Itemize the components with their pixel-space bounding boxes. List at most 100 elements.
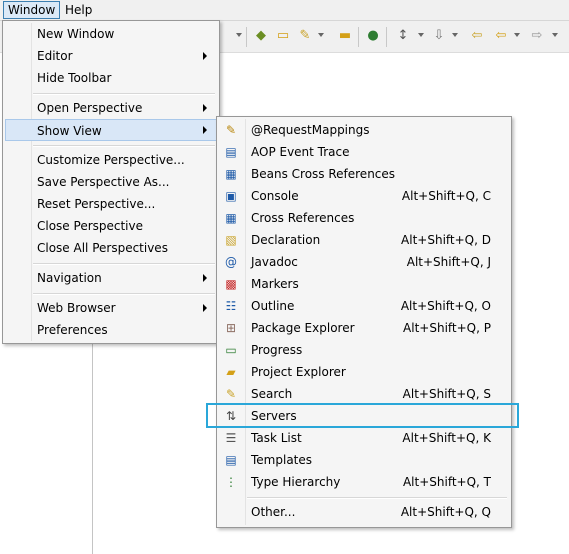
- menu-item-web-browser[interactable]: Web Browser: [5, 297, 217, 319]
- templates-icon: ▤: [225, 453, 237, 467]
- menu-item-label: Editor: [37, 49, 73, 63]
- menu-item-label: Cross References: [251, 211, 355, 225]
- menu-item-javadoc[interactable]: @ Javadoc Alt+Shift+Q, J: [219, 251, 509, 273]
- menu-item-label: Package Explorer: [251, 321, 355, 335]
- menu-item-new-window[interactable]: New Window: [5, 23, 217, 45]
- menu-item-label: Hide Toolbar: [37, 71, 112, 85]
- menu-item-beans-cross-references[interactable]: ▦ Beans Cross References: [219, 163, 509, 185]
- chevron-down-icon[interactable]: [318, 33, 324, 37]
- menu-item-label: Other...: [251, 505, 296, 519]
- window-menu: New Window Editor Hide Toolbar Open Pers…: [2, 20, 220, 344]
- new-project-icon[interactable]: ◆: [254, 29, 268, 43]
- project-explorer-icon: ▰: [226, 365, 236, 379]
- menu-item-open-perspective[interactable]: Open Perspective: [5, 97, 217, 119]
- toolbar-separator: [386, 27, 387, 47]
- menu-item-label: Open Perspective: [37, 101, 143, 115]
- chevron-down-icon[interactable]: [236, 33, 242, 37]
- search-icon: ✎: [225, 387, 237, 401]
- menu-item-aop-event-trace[interactable]: ▤ AOP Event Trace: [219, 141, 509, 163]
- menu-item-label: Javadoc: [251, 255, 298, 269]
- menu-item-other[interactable]: Other... Alt+Shift+Q, Q: [219, 501, 509, 523]
- shortcut-label: Alt+Shift+Q, D: [401, 233, 491, 247]
- menu-item-search[interactable]: ✎ Search Alt+Shift+Q, S: [219, 383, 509, 405]
- console-icon: ▣: [225, 189, 237, 203]
- chevron-down-icon[interactable]: [418, 33, 424, 37]
- menu-item-console[interactable]: ▣ Console Alt+Shift+Q, C: [219, 185, 509, 207]
- menu-window[interactable]: Window: [3, 1, 61, 19]
- back-icon[interactable]: ⇦: [494, 29, 508, 43]
- servers-highlight-callout: [206, 403, 519, 428]
- menu-item-task-list[interactable]: ☰ Task List Alt+Shift+Q, K: [219, 427, 509, 449]
- menu-item-declaration[interactable]: ▧ Declaration Alt+Shift+Q, D: [219, 229, 509, 251]
- menu-separator: [33, 93, 215, 95]
- markers-icon: ▩: [225, 277, 237, 291]
- forward-icon[interactable]: ⇨: [530, 29, 544, 43]
- menu-item-label: Search: [251, 387, 293, 401]
- toolbar-separator: [246, 27, 247, 47]
- menu-item-label: Templates: [251, 453, 313, 467]
- menu-item-markers[interactable]: ▩ Markers: [219, 273, 509, 295]
- menu-item-type-hierarchy[interactable]: ⋮ Type Hierarchy Alt+Shift+Q, T: [219, 471, 509, 493]
- menu-item-cross-references[interactable]: ▦ Cross References: [219, 207, 509, 229]
- shortcut-label: Alt+Shift+Q, P: [403, 321, 491, 335]
- menu-item-label: Customize Perspective...: [37, 153, 185, 167]
- menu-item-customize-perspective[interactable]: Customize Perspective...: [5, 149, 217, 171]
- next-annotation-icon[interactable]: ⇩: [432, 29, 446, 43]
- menu-item-close-all-perspectives[interactable]: Close All Perspectives: [5, 237, 217, 259]
- annotation-icon[interactable]: ↕: [396, 29, 410, 43]
- chevron-down-icon[interactable]: [452, 33, 458, 37]
- menu-item-request-mappings[interactable]: ✎ @RequestMappings: [219, 119, 509, 141]
- chevron-down-icon[interactable]: [552, 33, 558, 37]
- submenu-arrow-icon: [203, 52, 207, 60]
- menu-separator: [33, 145, 215, 147]
- menu-item-package-explorer[interactable]: ⊞ Package Explorer Alt+Shift+Q, P: [219, 317, 509, 339]
- menu-item-label: Preferences: [37, 323, 108, 337]
- menu-item-project-explorer[interactable]: ▰ Project Explorer: [219, 361, 509, 383]
- menu-item-label: Markers: [251, 277, 299, 291]
- menu-item-close-perspective[interactable]: Close Perspective: [5, 215, 217, 237]
- menu-item-editor[interactable]: Editor: [5, 45, 217, 67]
- menu-item-label: New Window: [37, 27, 115, 41]
- menu-item-label: Show View: [37, 124, 102, 138]
- progress-icon: ▭: [225, 343, 237, 357]
- menu-item-label: Console: [251, 189, 299, 203]
- menu-item-hide-toolbar[interactable]: Hide Toolbar: [5, 67, 217, 89]
- menu-item-save-perspective-as[interactable]: Save Perspective As...: [5, 171, 217, 193]
- menu-item-label: Task List: [251, 431, 302, 445]
- menu-item-preferences[interactable]: Preferences: [5, 319, 217, 341]
- submenu-arrow-icon: [203, 104, 207, 112]
- open-type-icon[interactable]: ▬: [338, 29, 352, 43]
- menu-help[interactable]: Help: [61, 2, 96, 18]
- javadoc-icon: @: [225, 255, 237, 269]
- shortcut-label: Alt+Shift+Q, S: [402, 387, 491, 401]
- shortcut-label: Alt+Shift+Q, T: [402, 475, 491, 489]
- outline-icon: ☷: [225, 299, 237, 313]
- menu-item-label: @RequestMappings: [251, 123, 370, 137]
- wand-icon[interactable]: ✎: [298, 29, 312, 43]
- menu-item-label: Beans Cross References: [251, 167, 396, 181]
- menu-item-label: Reset Perspective...: [37, 197, 156, 211]
- menu-separator: [33, 293, 215, 295]
- cross-references-icon: ▦: [225, 211, 237, 225]
- shortcut-label: Alt+Shift+Q, Q: [400, 505, 491, 519]
- menu-item-label: Declaration: [251, 233, 321, 247]
- chevron-down-icon[interactable]: [514, 33, 520, 37]
- menu-item-label: Type Hierarchy: [251, 475, 341, 489]
- type-hierarchy-icon: ⋮: [225, 475, 237, 489]
- toolbar-separator: [358, 27, 359, 47]
- open-folder-icon[interactable]: ▭: [276, 29, 290, 43]
- submenu-arrow-icon: [203, 126, 207, 134]
- menu-item-navigation[interactable]: Navigation: [5, 267, 217, 289]
- shortcut-label: Alt+Shift+Q, K: [402, 431, 491, 445]
- menu-item-progress[interactable]: ▭ Progress: [219, 339, 509, 361]
- menu-item-label: Outline: [251, 299, 295, 313]
- declaration-icon: ▧: [225, 233, 237, 247]
- menu-item-show-view[interactable]: Show View: [5, 119, 217, 141]
- globe-icon[interactable]: ●: [366, 29, 380, 43]
- menubar: Window Help: [0, 0, 569, 21]
- request-mappings-icon: ✎: [225, 123, 237, 137]
- last-edit-icon[interactable]: ⇦: [470, 29, 484, 43]
- menu-item-outline[interactable]: ☷ Outline Alt+Shift+Q, O: [219, 295, 509, 317]
- menu-item-templates[interactable]: ▤ Templates: [219, 449, 509, 471]
- menu-item-reset-perspective[interactable]: Reset Perspective...: [5, 193, 217, 215]
